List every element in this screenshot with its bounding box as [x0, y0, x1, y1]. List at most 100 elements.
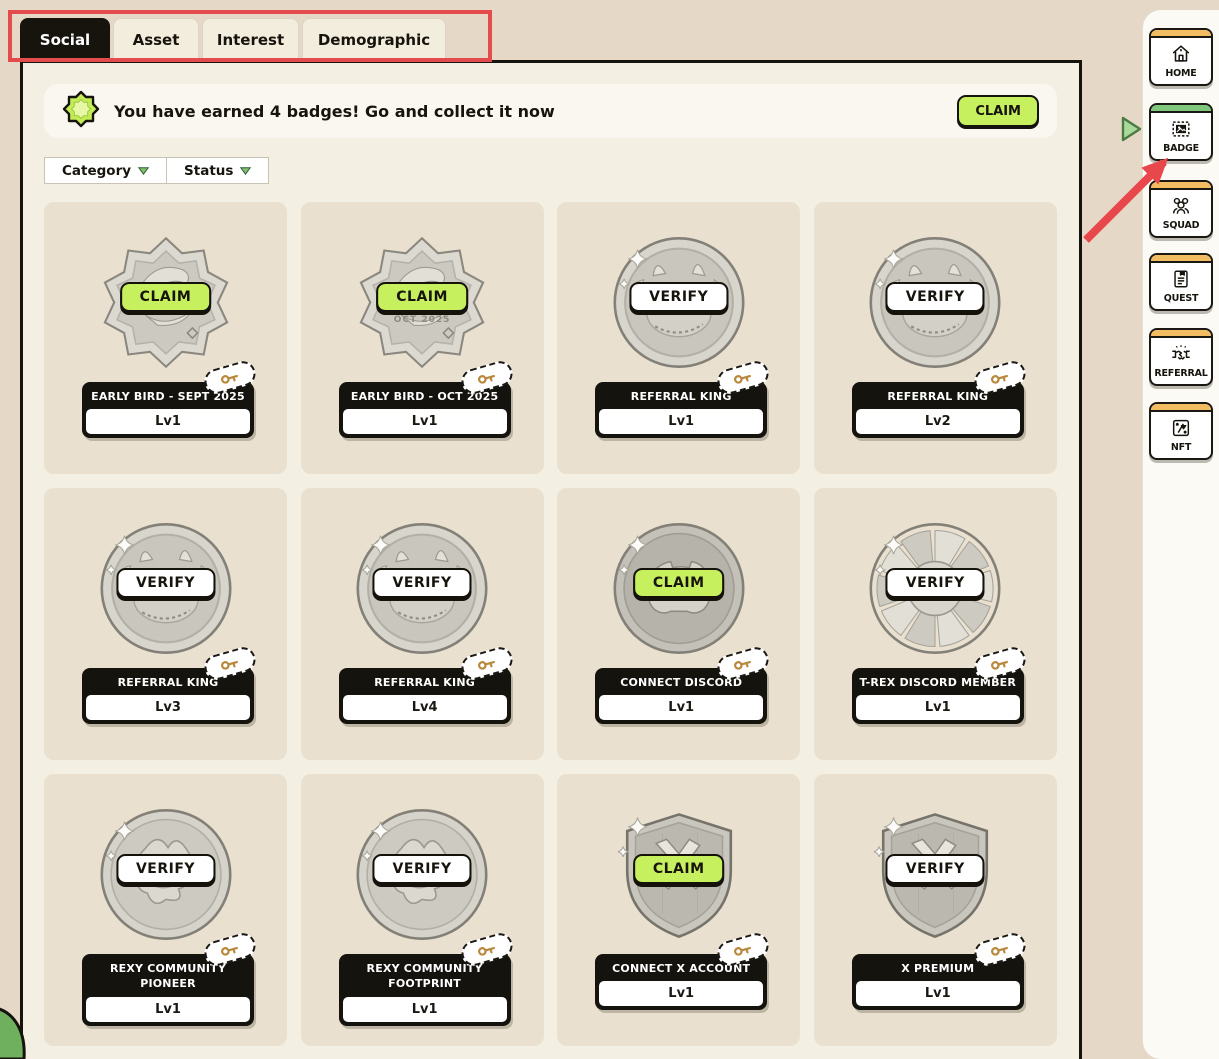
badge-card: VERIFY T-REX DISCORD MEMBER Lv1: [814, 488, 1057, 760]
badge-level: Lv2: [856, 409, 1020, 434]
badge-action-button[interactable]: CLAIM: [120, 282, 212, 312]
badge-title: CONNECT DISCORD: [599, 675, 763, 695]
badge-level: Lv1: [86, 997, 250, 1022]
quest-icon: [1151, 266, 1211, 292]
home-icon: [1151, 41, 1211, 67]
key-icon: [732, 940, 755, 959]
key-icon: [475, 368, 498, 387]
badge-action-button[interactable]: VERIFY: [886, 282, 985, 312]
key-icon: [218, 654, 241, 673]
badge-card: VERIFY REFERRAL KING Lv4: [301, 488, 544, 760]
badge-title: REXY COMMUNITY PIONEER: [86, 961, 250, 997]
badge-card: VERIFY REFERRAL KING Lv3: [44, 488, 287, 760]
badge-level: Lv1: [599, 981, 763, 1006]
sidebar-nav: HOME BADGE SQUAD QUEST REFERRAL NFT: [1143, 10, 1219, 1059]
badge-title: T-REX DISCORD MEMBER: [856, 675, 1020, 695]
badge-level: Lv1: [343, 997, 507, 1022]
badge-card: CLAIM CONNECT X ACCOUNT Lv1: [557, 774, 800, 1046]
sidebar-item-referral[interactable]: REFERRAL: [1149, 328, 1213, 386]
badge-label: REXY COMMUNITY FOOTPRINT Lv1: [339, 954, 511, 1026]
badge-label: REFERRAL KING Lv3: [82, 668, 254, 724]
badge-action-button[interactable]: VERIFY: [373, 568, 472, 598]
sidebar-item-strip: [1151, 404, 1211, 412]
chevron-down-icon: [138, 167, 149, 175]
badge-level: Lv1: [343, 409, 507, 434]
badge-title: REFERRAL KING: [599, 389, 763, 409]
filter-status[interactable]: Status: [167, 157, 269, 184]
key-icon: [732, 368, 755, 387]
badge-card: VERIFY REXY COMMUNITY FOOTPRINT Lv1: [301, 774, 544, 1046]
badge-action-button[interactable]: VERIFY: [629, 282, 728, 312]
badge-action-button[interactable]: VERIFY: [116, 568, 215, 598]
nft-icon: [1151, 415, 1211, 441]
sidebar-item-strip: [1151, 182, 1211, 190]
badge-card: VERIFY X PREMIUM Lv1: [814, 774, 1057, 1046]
badge-label: X PREMIUM Lv1: [852, 954, 1024, 1010]
badge-action-button[interactable]: VERIFY: [116, 854, 215, 884]
badge-title: CONNECT X ACCOUNT: [599, 961, 763, 981]
sidebar-item-label: HOME: [1151, 67, 1211, 84]
badge-grid: CLAIM EARLY BIRD - SEPT 2025 Lv1 CLAIM O…: [44, 202, 1057, 1046]
badge-title: REXY COMMUNITY FOOTPRINT: [343, 961, 507, 997]
chevron-down-icon: [240, 167, 251, 175]
tab-interest[interactable]: Interest: [202, 18, 299, 60]
badge-label: T-REX DISCORD MEMBER Lv1: [852, 668, 1024, 724]
sidebar-item-label: REFERRAL: [1151, 367, 1211, 384]
tab-demographic[interactable]: Demographic: [302, 18, 446, 60]
notification-bar: You have earned 4 badges! Go and collect…: [44, 84, 1057, 138]
badge-level: Lv1: [856, 695, 1020, 720]
badge-label: CONNECT DISCORD Lv1: [595, 668, 767, 724]
badge-action-button[interactable]: CLAIM: [633, 854, 725, 884]
sidebar-item-strip: [1151, 30, 1211, 38]
badge-label: REXY COMMUNITY PIONEER Lv1: [82, 954, 254, 1026]
notification-claim-button[interactable]: CLAIM: [957, 95, 1039, 127]
sidebar-item-strip: [1151, 255, 1211, 263]
key-icon: [218, 368, 241, 387]
sidebar-item-strip: [1151, 105, 1211, 113]
tab-asset[interactable]: Asset: [113, 18, 199, 60]
filter-category[interactable]: Category: [44, 157, 167, 184]
sidebar-item-nft[interactable]: NFT: [1149, 402, 1213, 460]
notification-text: You have earned 4 badges! Go and collect…: [114, 102, 555, 121]
sidebar-item-label: SQUAD: [1151, 219, 1211, 236]
badge-label: EARLY BIRD - OCT 2025 Lv1: [339, 382, 511, 438]
sidebar-item-strip: [1151, 330, 1211, 338]
sidebar-item-badge[interactable]: BADGE: [1149, 103, 1213, 161]
badge-action-button[interactable]: CLAIM: [376, 282, 468, 312]
badge-level: Lv1: [599, 695, 763, 720]
sidebar-item-quest[interactable]: QUEST: [1149, 253, 1213, 311]
filter-label: Status: [184, 163, 233, 179]
badge-title: REFERRAL KING: [86, 675, 250, 695]
sidebar-item-label: NFT: [1151, 441, 1211, 458]
key-icon: [218, 940, 241, 959]
badge-label: REFERRAL KING Lv2: [852, 382, 1024, 438]
active-indicator-triangle: [1121, 116, 1143, 146]
badge-card: CLAIM EARLY BIRD - SEPT 2025 Lv1: [44, 202, 287, 474]
badge-action-button[interactable]: VERIFY: [886, 854, 985, 884]
key-icon: [988, 940, 1011, 959]
sidebar-item-squad[interactable]: SQUAD: [1149, 180, 1213, 238]
badge-level: Lv1: [599, 409, 763, 434]
badge-level: Lv1: [86, 409, 250, 434]
sidebar-item-label: BADGE: [1151, 142, 1211, 159]
badge-title: X PREMIUM: [856, 961, 1020, 981]
badge-card: CLAIM OCT 2025 EARLY BIRD - OCT 2025 Lv1: [301, 202, 544, 474]
badge-action-button[interactable]: VERIFY: [886, 568, 985, 598]
badge-action-button[interactable]: CLAIM: [633, 568, 725, 598]
key-icon: [475, 940, 498, 959]
referral-icon: [1151, 341, 1211, 367]
sidebar-item-label: QUEST: [1151, 292, 1211, 309]
key-icon: [732, 654, 755, 673]
filter-label: Category: [62, 163, 131, 179]
badge-label: REFERRAL KING Lv1: [595, 382, 767, 438]
squad-icon: [1151, 193, 1211, 219]
badge-level: Lv1: [856, 981, 1020, 1006]
badge-subtitle: OCT 2025: [301, 315, 544, 325]
badge-page: { "page": { "tabs": [ {"label": "Social"…: [0, 0, 1219, 1059]
badge-label: REFERRAL KING Lv4: [339, 668, 511, 724]
key-icon: [988, 368, 1011, 387]
badge-action-button[interactable]: VERIFY: [373, 854, 472, 884]
tab-social[interactable]: Social: [20, 18, 110, 60]
badge-card: VERIFY REFERRAL KING Lv1: [557, 202, 800, 474]
sidebar-item-home[interactable]: HOME: [1149, 28, 1213, 86]
